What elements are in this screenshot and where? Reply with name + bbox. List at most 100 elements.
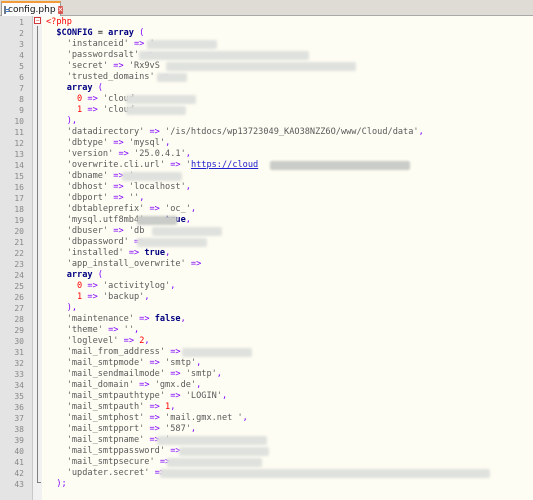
redaction-blur — [126, 106, 186, 115]
code-line[interactable]: array ( — [46, 270, 103, 281]
code-line[interactable]: 0 => 'activitylog', — [46, 281, 175, 292]
line-number: 2 — [19, 29, 24, 38]
redaction-blur — [157, 73, 187, 82]
redaction-blur — [139, 51, 309, 60]
line-number: 35 — [14, 392, 24, 401]
line-number: 30 — [14, 337, 24, 346]
line-number: 24 — [14, 271, 24, 280]
code-line[interactable]: 'updater.secret' => — [46, 468, 165, 479]
code-line[interactable]: ), — [46, 116, 77, 127]
code-line[interactable]: 'secret' => 'Rx9vS — [46, 61, 160, 72]
fold-toggle-icon[interactable]: − — [34, 17, 41, 24]
line-number: 40 — [14, 447, 24, 456]
close-icon[interactable]: ✕ — [57, 5, 64, 14]
redaction-blur — [270, 161, 410, 170]
line-number: 37 — [14, 414, 24, 423]
code-line[interactable]: 'trusted_domains' => — [46, 72, 171, 83]
code-line[interactable]: ); — [46, 479, 66, 490]
code-line[interactable]: 'mail_smtpsecure' => — [46, 457, 171, 468]
redaction-blur — [152, 227, 222, 236]
code-line[interactable]: 'installed' => true, — [46, 248, 171, 259]
code-editor[interactable]: 1 2 3 4 5 6 7 8 9 10 11 12 13 14 15 16 17 18 19 20 21 22 23 24 2… — [0, 16, 533, 500]
redaction-blur — [166, 62, 356, 71]
code-line[interactable]: 'dbtype' => 'mysql', — [46, 138, 171, 149]
line-number: 33 — [14, 370, 24, 379]
code-line[interactable]: 'dbuser' => 'db — [46, 226, 145, 237]
redaction-blur — [122, 172, 182, 181]
redaction-blur — [137, 216, 177, 225]
code-line[interactable]: 'dbpassword' => — [46, 237, 145, 248]
line-number: 21 — [14, 238, 24, 247]
redaction-blur — [137, 238, 207, 247]
line-number: 12 — [14, 139, 24, 148]
line-number: 4 — [19, 51, 24, 60]
line-number: 31 — [14, 348, 24, 357]
line-number: 25 — [14, 282, 24, 291]
line-number: 38 — [14, 425, 24, 434]
file-icon — [4, 5, 9, 14]
line-number: 1 — [19, 18, 24, 27]
code-line[interactable]: 'mail_sendmailmode' => 'smtp', — [46, 369, 222, 380]
redaction-blur — [157, 436, 267, 445]
line-number: 28 — [14, 315, 24, 324]
line-number: 20 — [14, 227, 24, 236]
line-number: 32 — [14, 359, 24, 368]
line-number: 9 — [19, 106, 24, 115]
tab-bar: config.php ✕ — [0, 0, 533, 16]
code-line[interactable]: array ( — [46, 83, 103, 94]
code-line[interactable]: 'datadirectory' => '/is/htdocs/wp1372304… — [46, 127, 424, 138]
line-number: 27 — [14, 304, 24, 313]
code-line[interactable]: 'dbhost' => 'localhost', — [46, 182, 191, 193]
redaction-blur — [147, 40, 217, 49]
code-line[interactable]: 'mail_smtpname' => ' — [46, 435, 171, 446]
code-line[interactable]: 'mail_smtpmode' => 'smtp', — [46, 358, 202, 369]
code-line[interactable]: 'dbname' => ' — [46, 171, 134, 182]
code-line[interactable]: 'mail_from_address' => — [46, 347, 181, 358]
line-number: 8 — [19, 95, 24, 104]
line-number: 6 — [19, 73, 24, 82]
code-line[interactable]: 'overwrite.cli.url' => 'https://cloud — [46, 160, 259, 171]
code-line[interactable]: 'mail_domain' => 'gmx.de', — [46, 380, 202, 391]
redaction-blur — [167, 458, 262, 467]
line-number: 14 — [14, 161, 24, 170]
line-number: 11 — [14, 128, 24, 137]
fold-guide — [37, 26, 38, 482]
tab-config-php[interactable]: config.php ✕ — [1, 1, 64, 16]
redaction-blur — [160, 469, 490, 478]
line-number: 7 — [19, 84, 24, 93]
line-number: 23 — [14, 260, 24, 269]
line-number: 41 — [14, 458, 24, 467]
code-line[interactable]: 'mail_smtpauthtype' => 'LOGIN', — [46, 391, 227, 402]
code-line[interactable]: 'mail_smtpauth' => 1, — [46, 402, 176, 413]
code-line[interactable]: 'app_install_overwrite' => — [46, 259, 202, 270]
code-line[interactable]: 'version' => '25.0.4.1', — [46, 149, 191, 160]
line-number: 39 — [14, 436, 24, 445]
code-line[interactable]: $CONFIG = array ( — [46, 28, 144, 39]
code-area[interactable]: <?php $CONFIG = array ( 'instanceid' => … — [42, 16, 533, 500]
line-number: 42 — [14, 469, 24, 478]
code-line[interactable]: 'mail_smtppassword' => — [46, 446, 181, 457]
line-number: 16 — [14, 183, 24, 192]
code-line[interactable]: 'instanceid' => ' — [46, 39, 155, 50]
code-line[interactable]: 'mail_smtpport' => '587', — [46, 424, 196, 435]
line-number: 17 — [14, 194, 24, 203]
code-line[interactable]: 0 => 'cloud — [46, 94, 134, 105]
code-line[interactable]: 1 => 'backup', — [46, 292, 150, 303]
code-line[interactable]: 'mail_smtphost' => 'mail.gmx.net ', — [46, 413, 248, 424]
line-number: 36 — [14, 403, 24, 412]
code-line[interactable]: ), — [46, 303, 77, 314]
code-line[interactable]: 'theme' => '', — [46, 325, 140, 336]
line-number: 22 — [14, 249, 24, 258]
code-line[interactable]: 'loglevel' => 2, — [46, 336, 150, 347]
line-number: 19 — [14, 216, 24, 225]
redaction-blur — [179, 447, 269, 456]
code-line[interactable]: 'dbport' => '', — [46, 193, 145, 204]
code-line[interactable]: <?php — [46, 17, 72, 28]
code-line[interactable]: 'maintenance' => false, — [46, 314, 186, 325]
line-number-gutter: 1 2 3 4 5 6 7 8 9 10 11 12 13 14 15 16 17 18 19 20 21 22 23 24 2… — [0, 16, 33, 500]
line-number: 15 — [14, 172, 24, 181]
line-number: 34 — [14, 381, 24, 390]
code-line[interactable]: 1 => 'cloud — [46, 105, 134, 116]
code-line[interactable]: 'dbtableprefix' => 'oc_', — [46, 204, 196, 215]
line-number: 26 — [14, 293, 24, 302]
